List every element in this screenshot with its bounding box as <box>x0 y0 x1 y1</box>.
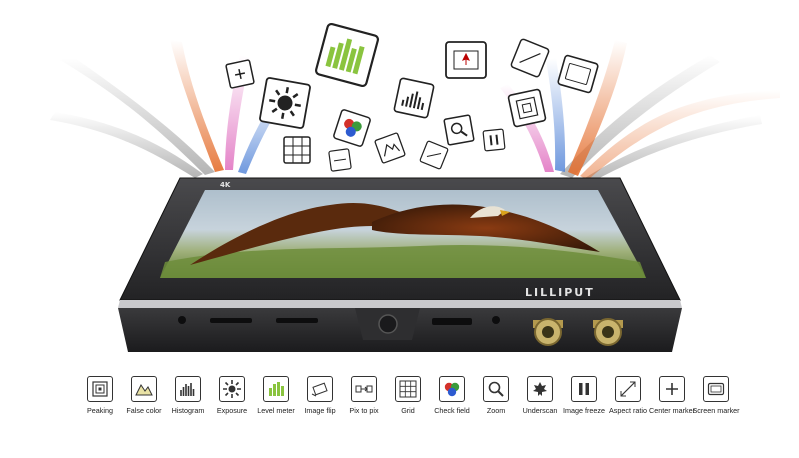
histogram-icon <box>393 77 435 119</box>
bnc-connector-out <box>593 318 623 346</box>
exposure-icon <box>219 376 245 402</box>
tool-level-meter: Level meter <box>254 376 298 436</box>
tool-check-field: Check field <box>430 376 474 436</box>
tool-label: Grid <box>401 406 415 415</box>
grid-icon <box>395 376 421 402</box>
check-field-icon <box>333 109 371 147</box>
tool-center-marker: Center marker <box>649 376 695 436</box>
port-audio <box>492 316 500 324</box>
brand-logo: LILLIPUT <box>525 286 595 299</box>
tool-false-color: False color <box>122 376 166 436</box>
tool-zoom: Zoom <box>474 376 518 436</box>
pix-to-pix-icon <box>328 148 352 172</box>
level-meter-icon <box>263 376 289 402</box>
false-color-icon <box>374 132 406 164</box>
exposure-icon <box>259 77 311 129</box>
monitor-device: 4K LILLIPUT <box>118 177 682 352</box>
tool-pix-to-pix: Pix to pix <box>342 376 386 436</box>
tool-label: Peaking <box>87 406 113 415</box>
grid-icon <box>283 136 311 164</box>
underscan-icon <box>445 41 487 79</box>
image-flip-icon <box>419 140 449 170</box>
resolution-badge: 4K <box>220 181 231 189</box>
tool-aspect-ratio: Aspect ratio <box>606 376 650 436</box>
port-hdmi <box>432 318 472 325</box>
tool-label: False color <box>126 406 162 415</box>
tool-label: Check field <box>434 406 470 415</box>
tool-screen-marker: Screen marker <box>692 376 740 436</box>
image-freeze-icon <box>571 376 597 402</box>
tool-label: Aspect ratio <box>609 406 647 415</box>
tool-label: Image flip <box>304 406 336 415</box>
bnc-connector-in <box>533 318 563 346</box>
center-marker-icon <box>225 59 255 89</box>
tool-label: Image freeze <box>563 406 605 415</box>
aspect-ratio-icon <box>615 376 641 402</box>
tool-exposure: Exposure <box>210 376 254 436</box>
tool-image-flip: Image flip <box>298 376 342 436</box>
histogram-icon <box>175 376 201 402</box>
image-freeze-icon <box>482 128 506 152</box>
center-marker-icon <box>659 376 685 402</box>
feature-toolbar: Peaking False color Histogram Exposure L… <box>78 376 740 436</box>
tool-label: Level meter <box>257 406 295 415</box>
tool-underscan: Underscan <box>518 376 562 436</box>
false-color-icon <box>131 376 157 402</box>
zoom-icon <box>443 114 475 146</box>
mount-socket <box>378 314 398 334</box>
tool-label: Zoom <box>486 406 506 415</box>
screen-marker-icon <box>557 54 599 94</box>
level-meter-icon <box>314 22 380 88</box>
check-field-icon <box>439 376 465 402</box>
tool-grid: Grid <box>386 376 430 436</box>
tool-image-freeze: Image freeze <box>562 376 606 436</box>
pix-to-pix-icon <box>351 376 377 402</box>
peaking-icon <box>507 88 547 128</box>
port-slot-2 <box>276 318 318 323</box>
underscan-icon <box>527 376 553 402</box>
tool-label: Underscan <box>522 406 558 415</box>
product-hero: 4K LILLIPUT <box>50 22 780 352</box>
port-slot-1 <box>210 318 252 323</box>
screen-marker-icon <box>703 376 729 402</box>
tool-label: Screen marker <box>692 406 740 415</box>
tool-label: Histogram <box>171 406 205 415</box>
tool-label: Exposure <box>216 406 248 415</box>
tool-label: Center marker <box>649 406 695 415</box>
peaking-icon <box>87 376 113 402</box>
image-flip-icon <box>307 376 333 402</box>
aspect-ratio-icon <box>510 38 550 78</box>
tool-peaking: Peaking <box>78 376 122 436</box>
tool-label: Pix to pix <box>349 406 379 415</box>
tool-histogram: Histogram <box>166 376 210 436</box>
zoom-icon <box>483 376 509 402</box>
port-dc <box>178 316 186 324</box>
